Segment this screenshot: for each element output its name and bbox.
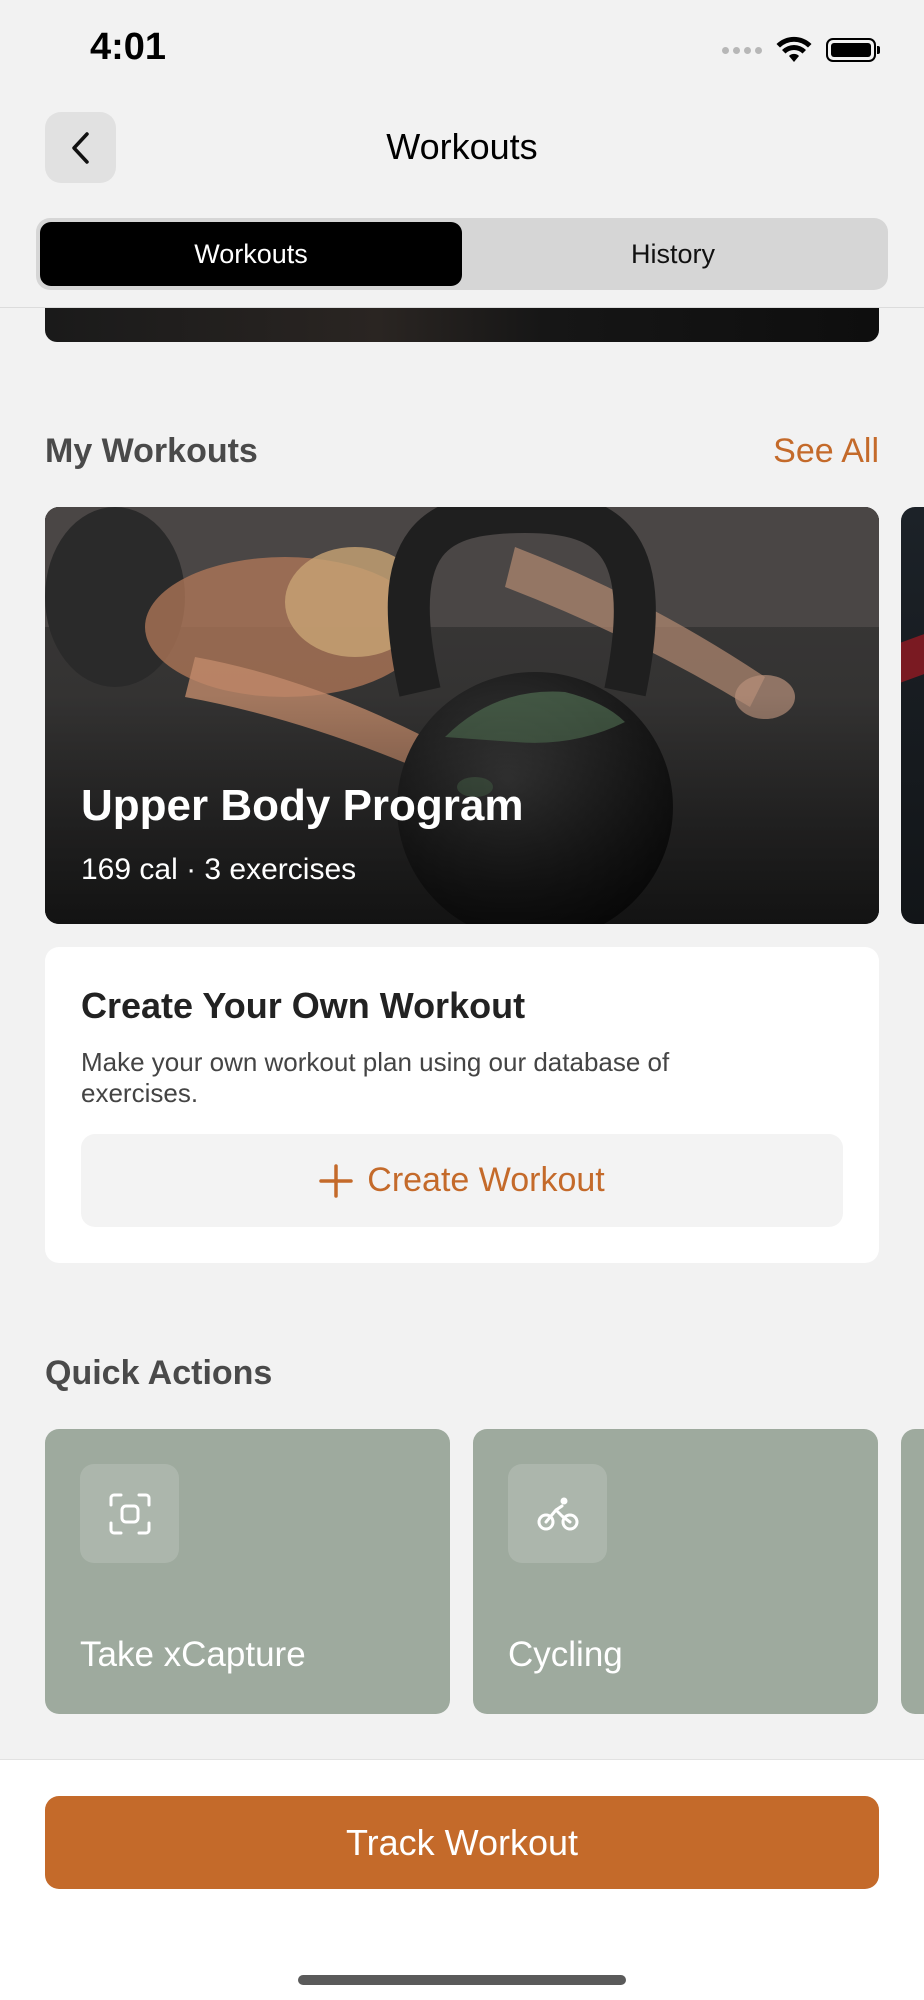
focus-frame-icon xyxy=(109,1493,150,1534)
create-workout-title: Create Your Own Workout xyxy=(81,985,526,1026)
tab-history[interactable]: History xyxy=(462,222,884,286)
page-title: Workouts xyxy=(386,126,538,167)
home-indicator xyxy=(298,1975,626,1985)
tab-workouts[interactable]: Workouts xyxy=(40,222,462,286)
bottom-action-bar: Track Workout xyxy=(0,1759,924,2000)
track-workout-button[interactable]: Track Workout xyxy=(45,1796,879,1889)
plus-icon xyxy=(319,1163,354,1198)
quick-action-xcapture[interactable]: Take xCapture xyxy=(45,1429,450,1714)
previous-card-remnant[interactable] xyxy=(45,308,879,342)
quick-action-cycling[interactable]: Cycling xyxy=(473,1429,878,1714)
workout-name: Upper Body Program xyxy=(81,781,524,830)
battery-icon xyxy=(826,38,880,62)
my-workouts-heading: My Workouts xyxy=(45,432,258,470)
workout-card[interactable]: Upper Body Program 169 cal · 3 exercises xyxy=(45,507,879,924)
navigation-bar: Workouts xyxy=(0,100,924,200)
cycling-icon xyxy=(537,1497,578,1530)
cellular-signal-icon xyxy=(722,46,762,54)
segmented-control: Workouts History xyxy=(36,218,888,290)
quick-actions-heading: Quick Actions xyxy=(45,1354,273,1392)
next-workout-card-peek[interactable] xyxy=(901,507,924,924)
status-time: 4:01 xyxy=(90,26,167,68)
quick-action-label: Cycling xyxy=(508,1635,623,1674)
quick-action-icon-box xyxy=(508,1464,607,1563)
create-workout-button[interactable]: Create Workout xyxy=(81,1134,843,1227)
create-workout-card: Create Your Own Workout Make your own wo… xyxy=(45,947,879,1263)
quick-action-label: Take xCapture xyxy=(80,1635,306,1674)
status-icons xyxy=(722,36,880,64)
create-workout-button-label: Create Workout xyxy=(367,1161,605,1199)
quick-action-icon-box xyxy=(80,1464,179,1563)
status-bar: 4:01 xyxy=(0,0,924,100)
create-workout-description: Make your own workout plan using our dat… xyxy=(81,1047,670,1108)
workout-meta: 169 cal · 3 exercises xyxy=(81,853,357,886)
quick-action-tile-peek[interactable] xyxy=(901,1429,924,1714)
workouts-screen: 4:01 Workouts Workouts History My Workou… xyxy=(0,0,924,2000)
see-all-link[interactable]: See All xyxy=(773,432,879,471)
wifi-icon xyxy=(776,36,812,62)
